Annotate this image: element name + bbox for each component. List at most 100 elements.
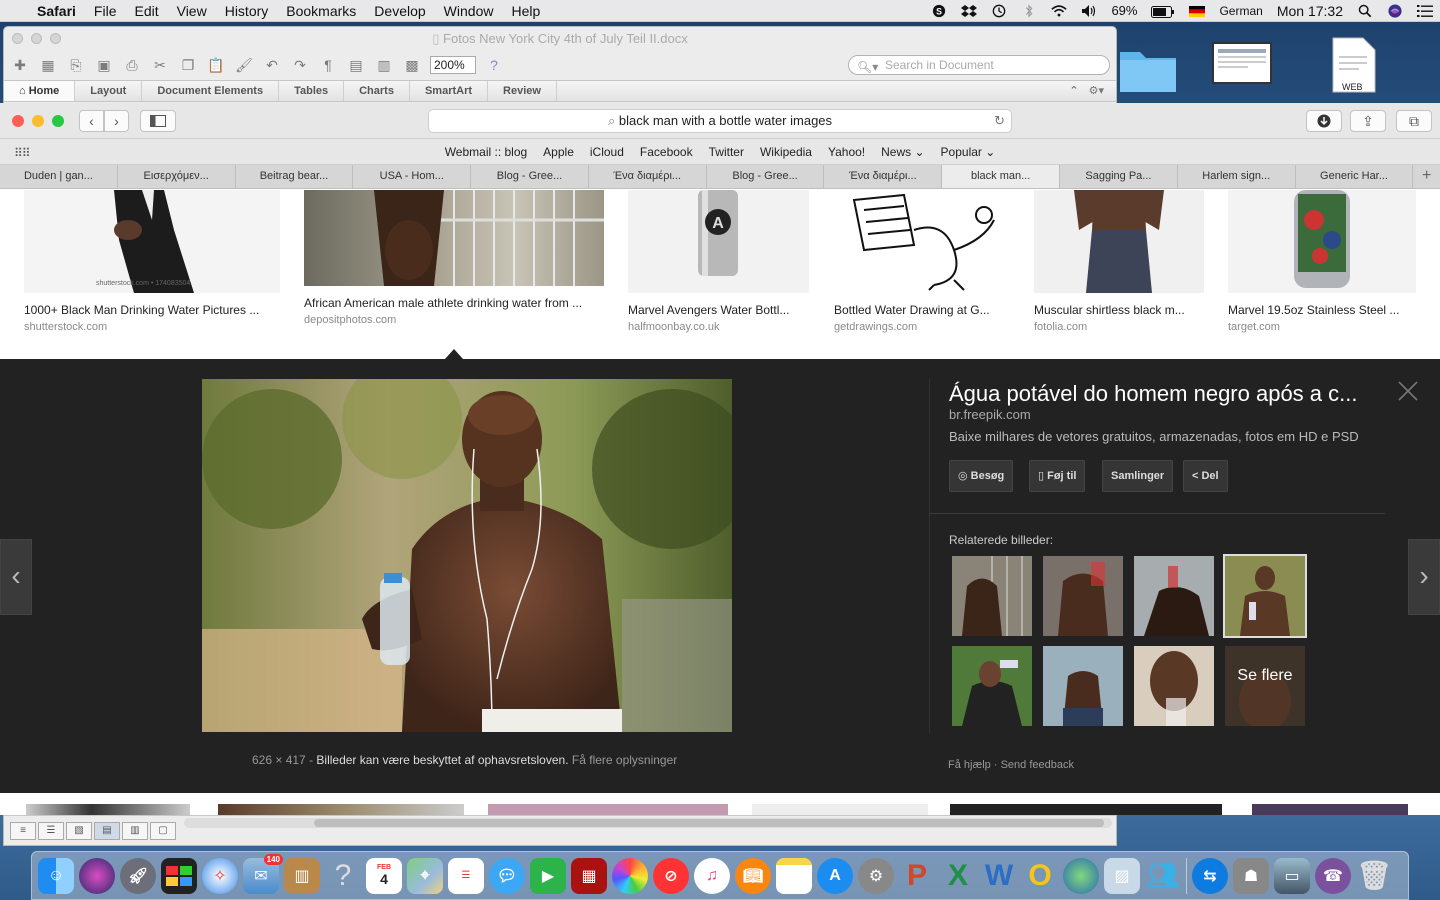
- more-info-link[interactable]: Få flere oplysninger: [572, 753, 677, 767]
- menu-bookmarks[interactable]: Bookmarks: [277, 3, 365, 19]
- feedback-link[interactable]: Send feedback: [1001, 759, 1074, 771]
- ribbon-tab-charts[interactable]: Charts: [344, 81, 410, 101]
- photos-icon[interactable]: [612, 857, 648, 894]
- itunes-icon[interactable]: ♫: [694, 857, 730, 894]
- downloads-button[interactable]: [1306, 110, 1342, 132]
- siri-icon[interactable]: [1380, 3, 1410, 19]
- back-button[interactable]: ‹: [79, 110, 104, 132]
- templates-icon[interactable]: ▦: [38, 55, 58, 75]
- save-icon[interactable]: ▣: [94, 55, 114, 75]
- menu-help[interactable]: Help: [502, 3, 549, 19]
- input-source-label[interactable]: German: [1212, 4, 1269, 18]
- result-thumbnail[interactable]: shutterstock.com • 174083504: [24, 190, 280, 293]
- menu-edit[interactable]: Edit: [125, 3, 167, 19]
- calendar-icon[interactable]: FEB 4: [366, 857, 402, 894]
- menu-view[interactable]: View: [168, 3, 216, 19]
- browser-tab[interactable]: USA - Hom...: [353, 165, 472, 188]
- app-store-icon[interactable]: A: [817, 857, 853, 894]
- browser-tab[interactable]: Ένα διαμέρι...: [824, 165, 943, 188]
- ribbon-settings-icon[interactable]: ⚙▾: [1089, 81, 1104, 101]
- globe-app-icon[interactable]: [1063, 857, 1099, 894]
- browser-tab[interactable]: Ένα διαμέρι...: [589, 165, 707, 188]
- document-file-icon[interactable]: WEB: [1314, 36, 1394, 97]
- preview-title[interactable]: Água potável do homem negro após a c...: [949, 381, 1369, 407]
- result-thumbnail[interactable]: [834, 190, 1010, 293]
- word-minimize-button[interactable]: [31, 33, 42, 44]
- focus-view-button[interactable]: ▢: [150, 821, 176, 840]
- browser-tab[interactable]: Harlem sign...: [1178, 165, 1296, 188]
- photo-booth-icon[interactable]: ▦: [571, 857, 607, 894]
- undo-icon[interactable]: ↶: [262, 55, 282, 75]
- related-image[interactable]: [952, 646, 1032, 726]
- toolbox-icon[interactable]: ▩: [402, 55, 422, 75]
- browser-tab[interactable]: Generic Har...: [1296, 165, 1414, 188]
- result-thumbnail[interactable]: [1228, 190, 1416, 293]
- new-tab-button[interactable]: +: [1413, 165, 1440, 188]
- result-caption[interactable]: 1000+ Black Man Drinking Water Pictures …: [24, 303, 280, 317]
- teamviewer-icon[interactable]: ⇆: [1192, 857, 1228, 894]
- top-sites-grid-icon[interactable]: ⠿⠿: [14, 146, 31, 160]
- result-thumbnail[interactable]: A: [628, 190, 809, 293]
- result-item[interactable]: Muscular shirtless black m... fotolia.co…: [1034, 190, 1204, 333]
- collections-button[interactable]: Samlinger: [1102, 460, 1174, 492]
- publishing-view-button[interactable]: ▧: [66, 821, 92, 840]
- favorite-yahoo[interactable]: Yahoo!: [820, 145, 873, 159]
- outlook-icon[interactable]: O: [1022, 858, 1058, 894]
- app-menu[interactable]: Safari: [28, 3, 85, 19]
- notification-center-icon[interactable]: [1410, 3, 1440, 19]
- favorite-apple[interactable]: Apple: [535, 145, 582, 159]
- format-painter-icon[interactable]: 🖌: [234, 55, 254, 75]
- automator-icon[interactable]: ☗: [1233, 857, 1269, 894]
- close-icon[interactable]: [1396, 379, 1420, 403]
- result-caption[interactable]: Marvel 19.5oz Stainless Steel ...: [1228, 303, 1416, 317]
- powerpoint-icon[interactable]: P: [899, 858, 935, 894]
- folder-icon[interactable]: [1108, 44, 1188, 99]
- viber-icon[interactable]: ☎: [1315, 857, 1351, 894]
- menu-develop[interactable]: Develop: [365, 3, 434, 19]
- related-image[interactable]: [1134, 556, 1214, 636]
- collapse-ribbon-icon[interactable]: ⌃: [1069, 81, 1078, 101]
- favorite-twitter[interactable]: Twitter: [701, 145, 752, 159]
- result-thumbnail[interactable]: [1034, 190, 1204, 293]
- result-caption[interactable]: Muscular shirtless black m...: [1034, 303, 1204, 317]
- outline-view-button[interactable]: ☰: [38, 821, 64, 840]
- favorite-webmail[interactable]: Webmail :: blog: [437, 145, 535, 159]
- menu-history[interactable]: History: [216, 3, 278, 19]
- scrollbar-thumb[interactable]: [314, 819, 1104, 827]
- close-button[interactable]: [12, 115, 24, 127]
- new-document-icon[interactable]: ✚: [10, 55, 30, 75]
- messenger-people-icon[interactable]: 👥︎: [1145, 858, 1181, 894]
- excel-icon[interactable]: X: [940, 858, 976, 894]
- menu-window[interactable]: Window: [435, 3, 503, 19]
- result-thumbnail[interactable]: [752, 804, 928, 815]
- result-thumbnail[interactable]: [218, 804, 464, 815]
- minimize-button[interactable]: [32, 115, 44, 127]
- reload-icon[interactable]: ↻: [994, 110, 1005, 132]
- mail-icon[interactable]: ✉ 140: [243, 853, 283, 894]
- copy-icon[interactable]: ❐: [178, 55, 198, 75]
- related-image[interactable]: [1043, 556, 1123, 636]
- menu-file[interactable]: File: [85, 3, 126, 19]
- browser-tab[interactable]: Blog - Gree...: [471, 165, 589, 188]
- result-thumbnail[interactable]: [304, 190, 604, 286]
- result-thumbnail[interactable]: [26, 804, 190, 815]
- favorite-facebook[interactable]: Facebook: [632, 145, 701, 159]
- image-capture-icon[interactable]: ▭: [1274, 857, 1310, 894]
- word-zoom-button[interactable]: [50, 33, 61, 44]
- gallery-icon[interactable]: ▥: [374, 55, 394, 75]
- cut-icon[interactable]: ✂: [150, 55, 170, 75]
- result-item[interactable]: shutterstock.com • 174083504 1000+ Black…: [24, 190, 280, 333]
- result-thumbnail[interactable]: [1252, 804, 1408, 815]
- notebook-icon[interactable]: ▥: [284, 857, 320, 894]
- dropbox-icon[interactable]: [954, 3, 984, 19]
- tab-overview-button[interactable]: ⧉: [1396, 110, 1432, 132]
- share-button[interactable]: ⇪: [1350, 110, 1386, 132]
- browser-tab[interactable]: Beitrag bear...: [236, 165, 354, 188]
- facetime-icon[interactable]: ▶: [530, 857, 566, 894]
- previous-image-button[interactable]: ‹: [0, 539, 32, 615]
- paste-icon[interactable]: 📋: [206, 55, 226, 75]
- visit-button[interactable]: ◎ Besøg: [949, 460, 1014, 492]
- ribbon-tab-document-elements[interactable]: Document Elements: [142, 81, 280, 101]
- result-item[interactable]: African American male athlete drinking w…: [304, 190, 604, 326]
- battery-percent[interactable]: 69%: [1104, 3, 1144, 18]
